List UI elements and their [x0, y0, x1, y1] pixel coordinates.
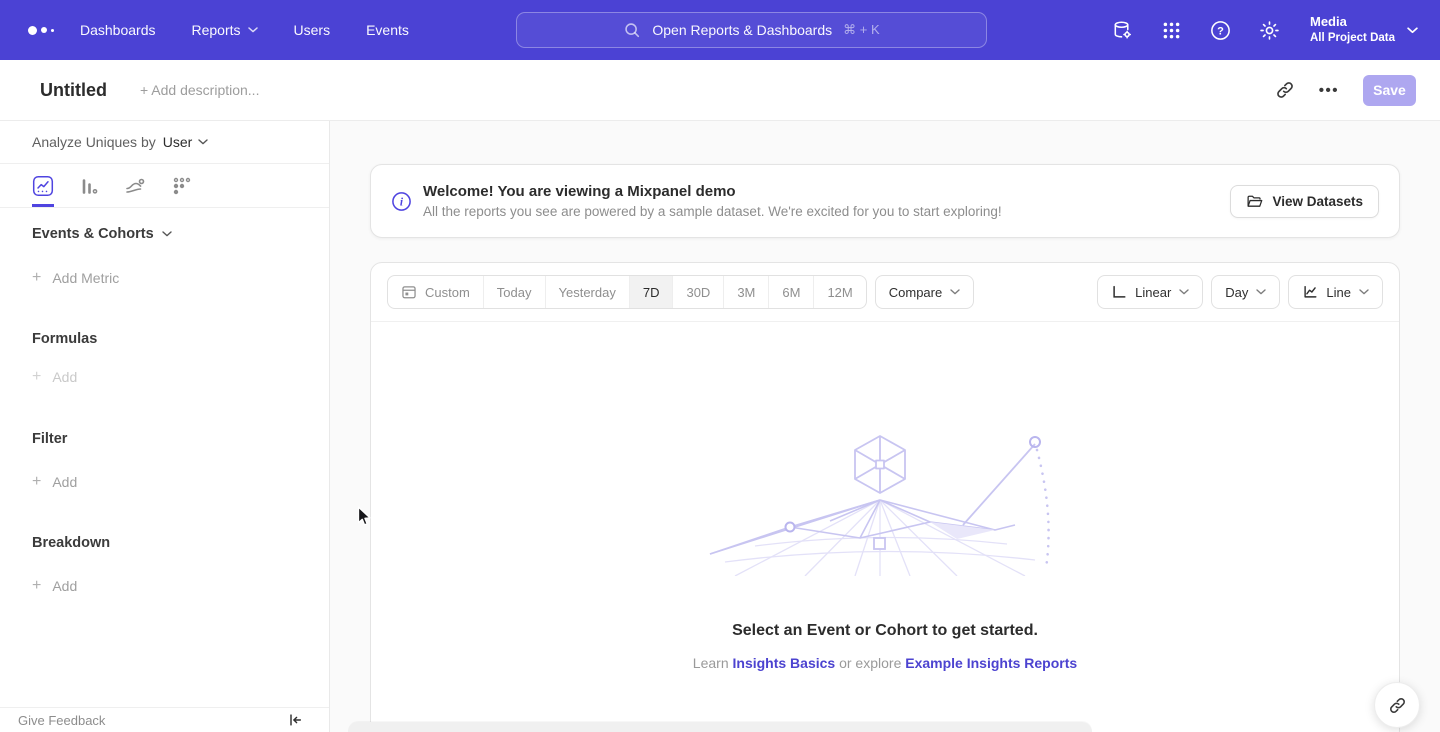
- search-shortcut: ⌘ + K: [843, 22, 880, 38]
- mixpanel-logo[interactable]: [28, 26, 64, 35]
- sidebar-footer: Give Feedback: [0, 707, 329, 732]
- global-search[interactable]: Open Reports & Dashboards ⌘ + K: [516, 12, 987, 48]
- search-icon: [623, 21, 641, 39]
- compare-dropdown[interactable]: Compare: [875, 275, 974, 309]
- scale-dropdown[interactable]: Linear: [1097, 275, 1203, 309]
- report-header: Untitled + Add description... ••• Save: [0, 60, 1440, 121]
- empty-state-links: Learn Insights Basics or explore Example…: [371, 655, 1399, 671]
- analyze-by-row: Analyze Uniques by User: [0, 121, 329, 164]
- banner-title: Welcome! You are viewing a Mixpanel demo: [423, 183, 1002, 200]
- empty-state-title: Select an Event or Cohort to get started…: [371, 622, 1399, 640]
- chevron-down-icon: [1179, 289, 1189, 295]
- nav-item-dashboards[interactable]: Dashboards: [80, 22, 156, 38]
- tab-flows[interactable]: [124, 164, 146, 207]
- tab-insights-line[interactable]: [32, 164, 54, 207]
- analyze-by-dropdown[interactable]: User: [163, 134, 209, 150]
- wireframe-landscape-illustration: [695, 426, 1075, 576]
- range-12m[interactable]: 12M: [814, 276, 865, 308]
- range-30d[interactable]: 30D: [673, 276, 724, 308]
- nav-item-users[interactable]: Users: [294, 22, 331, 38]
- svg-text:i: i: [400, 196, 404, 208]
- svg-text:?: ?: [1217, 25, 1224, 37]
- save-button[interactable]: Save: [1363, 75, 1416, 106]
- add-breakdown-button[interactable]: + Add: [0, 577, 329, 595]
- chevron-down-icon: [198, 139, 208, 145]
- example-insights-reports-link[interactable]: Example Insights Reports: [905, 655, 1077, 671]
- range-7d[interactable]: 7D: [630, 276, 674, 308]
- analyze-by-label: Analyze Uniques by: [32, 134, 156, 150]
- range-3m[interactable]: 3M: [724, 276, 769, 308]
- empty-state: Select an Event or Cohort to get started…: [371, 426, 1399, 671]
- linear-axes-icon: [1111, 284, 1127, 300]
- copy-link-icon[interactable]: [1275, 80, 1295, 100]
- nav-item-events[interactable]: Events: [366, 22, 409, 38]
- report-description-placeholder[interactable]: + Add description...: [140, 82, 259, 98]
- line-chart-icon: [1302, 284, 1318, 300]
- nav-right-cluster: ? Media All Project Data: [1110, 0, 1418, 60]
- info-icon: i: [391, 191, 412, 212]
- chevron-down-icon: [162, 231, 172, 237]
- report-actions: ••• Save: [1275, 75, 1416, 106]
- plus-icon: +: [32, 269, 41, 287]
- demo-welcome-banner: i Welcome! You are viewing a Mixpanel de…: [370, 164, 1400, 238]
- search-placeholder: Open Reports & Dashboards: [652, 22, 832, 38]
- top-nav: Dashboards Reports Users Events Open Rep…: [0, 0, 1440, 60]
- chevron-down-icon: [1359, 289, 1369, 295]
- chart-card: Custom Today Yesterday 7D 30D 3M 6M 12M …: [370, 262, 1400, 732]
- query-builder-sidebar: Analyze Uniques by User: [0, 121, 330, 732]
- plus-icon: +: [32, 577, 41, 595]
- collapse-sidebar-icon[interactable]: [287, 712, 303, 728]
- range-6m[interactable]: 6M: [769, 276, 814, 308]
- insights-basics-link[interactable]: Insights Basics: [733, 655, 836, 671]
- banner-subtitle: All the reports you see are powered by a…: [423, 204, 1002, 219]
- chart-display-controls: Linear Day Line: [1097, 275, 1383, 309]
- share-link-fab[interactable]: [1374, 682, 1420, 728]
- breakdown-heading: Breakdown: [0, 535, 329, 551]
- calendar-icon: [401, 284, 417, 300]
- data-management-icon[interactable]: [1110, 18, 1134, 42]
- chevron-down-icon: [1256, 289, 1266, 295]
- add-filter-button[interactable]: + Add: [0, 473, 329, 491]
- report-canvas: i Welcome! You are viewing a Mixpanel de…: [331, 121, 1440, 732]
- events-cohorts-heading[interactable]: Events & Cohorts: [0, 226, 329, 242]
- nav-menu: Dashboards Reports Users Events: [80, 22, 409, 38]
- chevron-down-icon: [248, 27, 258, 33]
- plus-icon: +: [32, 473, 41, 491]
- folder-icon: [1246, 193, 1263, 210]
- apps-grid-icon[interactable]: [1159, 18, 1183, 42]
- formulas-heading: Formulas: [0, 331, 329, 347]
- view-datasets-button[interactable]: View Datasets: [1230, 185, 1379, 218]
- granularity-dropdown[interactable]: Day: [1211, 275, 1280, 309]
- visualization-tabs: [0, 164, 329, 208]
- range-today[interactable]: Today: [484, 276, 546, 308]
- tab-bar-chart[interactable]: [78, 164, 100, 207]
- project-scope: All Project Data: [1310, 31, 1395, 47]
- bottom-panel-peek[interactable]: [348, 722, 1092, 732]
- nav-item-reports[interactable]: Reports: [192, 22, 258, 38]
- add-formula-button[interactable]: + Add: [0, 368, 329, 386]
- date-range-segmented-control: Custom Today Yesterday 7D 30D 3M 6M 12M: [387, 275, 867, 309]
- more-options-menu[interactable]: •••: [1319, 82, 1339, 99]
- chevron-down-icon: [950, 289, 960, 295]
- help-icon[interactable]: ?: [1208, 18, 1232, 42]
- project-switcher[interactable]: Media All Project Data: [1310, 13, 1418, 46]
- report-title[interactable]: Untitled: [40, 80, 107, 101]
- tab-retention[interactable]: [170, 164, 192, 207]
- project-name: Media: [1310, 13, 1395, 31]
- give-feedback-link[interactable]: Give Feedback: [18, 713, 105, 728]
- chart-toolbar: Custom Today Yesterday 7D 30D 3M 6M 12M …: [371, 263, 1399, 322]
- range-custom[interactable]: Custom: [388, 276, 484, 308]
- filter-heading: Filter: [0, 431, 329, 447]
- settings-gear-icon[interactable]: [1257, 18, 1281, 42]
- chevron-down-icon: [1407, 27, 1418, 34]
- plus-icon: +: [32, 368, 41, 386]
- range-yesterday[interactable]: Yesterday: [546, 276, 630, 308]
- chart-type-dropdown[interactable]: Line: [1288, 275, 1383, 309]
- add-metric-button[interactable]: + Add Metric: [0, 269, 329, 287]
